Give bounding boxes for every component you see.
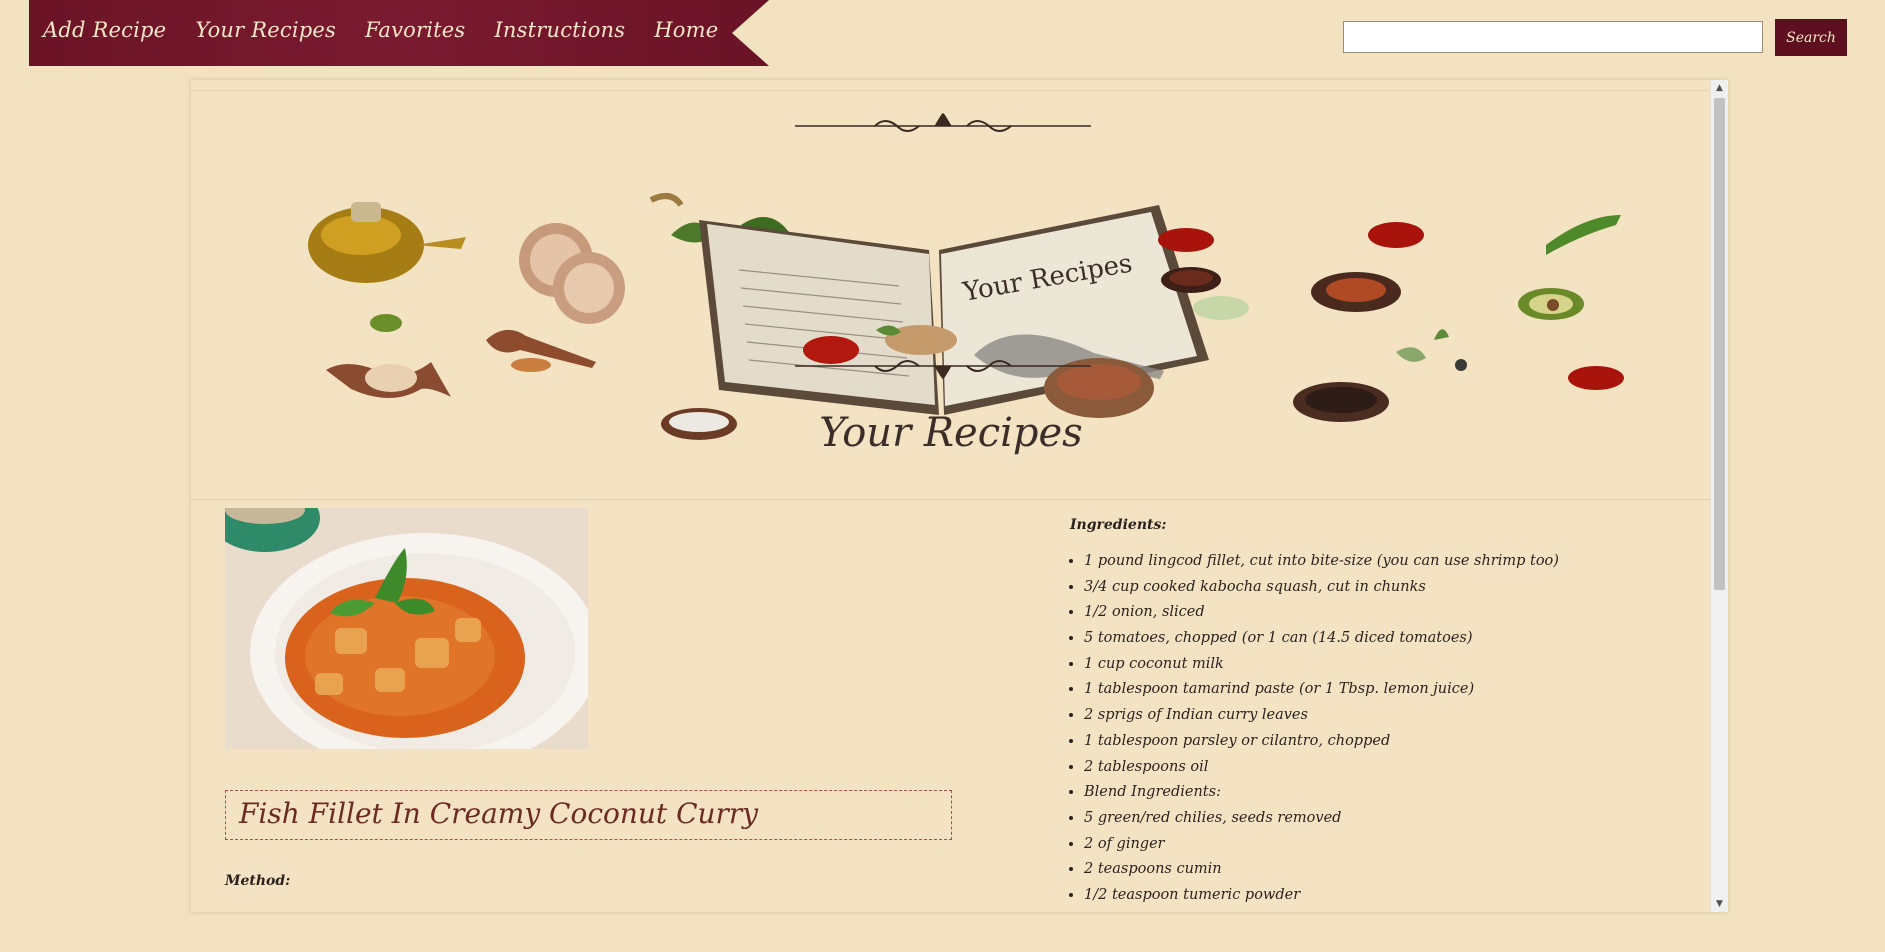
nav-favorites[interactable]: Favorites xyxy=(365,18,465,42)
ingredient-item: 1/2 teaspoon tumeric powder xyxy=(1084,884,1559,910)
recipe-photo xyxy=(225,508,588,749)
ingredient-item: 2 sprigs of Indian curry leaves xyxy=(1084,704,1559,730)
scroll-thumb[interactable] xyxy=(1714,98,1725,590)
ingredients-list: 1 pound lingcod fillet, cut into bite-si… xyxy=(1070,550,1559,910)
ingredient-item: 2 tablespoons oil xyxy=(1084,756,1559,782)
bottom-ornament-icon xyxy=(795,360,1091,379)
ingredient-item: 3/4 cup cooked kabocha squash, cut in ch… xyxy=(1084,576,1559,602)
hero-divider xyxy=(191,499,1711,500)
food-illustration-right-icon xyxy=(1158,215,1624,422)
nav-list: Add Recipe Your Recipes Favorites Instru… xyxy=(43,0,718,60)
ingredients-label: Ingredients: xyxy=(1070,517,1167,533)
ingredient-item: 5 tomatoes, chopped (or 1 can (14.5 dice… xyxy=(1084,627,1559,653)
nav-banner: Add Recipe Your Recipes Favorites Instru… xyxy=(29,0,769,66)
recipes-panel: Your Recipes Your Recipes Fish Fillet In… xyxy=(191,80,1728,912)
nav-instructions[interactable]: Instructions xyxy=(494,18,625,42)
ingredient-item: 1 tablespoon tamarind paste (or 1 Tbsp. … xyxy=(1084,678,1559,704)
nav-home[interactable]: Home xyxy=(654,18,718,42)
hero-banner: Your Recipes Your Recipes xyxy=(191,80,1711,500)
top-ornament-icon xyxy=(795,113,1091,132)
recipe-title: Fish Fillet In Creamy Coconut Curry xyxy=(239,797,759,830)
method-label: Method: xyxy=(225,873,291,889)
search-button[interactable]: Search xyxy=(1775,19,1847,56)
ingredient-item: 1 tablespoon parsley or cilantro, choppe… xyxy=(1084,730,1559,756)
recipe-title-box: Fish Fillet In Creamy Coconut Curry xyxy=(225,790,952,840)
nav-your-recipes[interactable]: Your Recipes xyxy=(195,18,336,42)
vertical-scrollbar[interactable]: ▲ ▼ xyxy=(1710,80,1728,912)
ingredient-item: 1 cup coconut milk xyxy=(1084,653,1559,679)
ingredient-item: 5 green/red chilies, seeds removed xyxy=(1084,807,1559,833)
search-input[interactable] xyxy=(1343,21,1763,53)
curry-dish-image-icon xyxy=(225,508,588,749)
nav-add-recipe[interactable]: Add Recipe xyxy=(43,18,166,42)
ingredient-item: 1 pound lingcod fillet, cut into bite-si… xyxy=(1084,550,1559,576)
page-title: Your Recipes xyxy=(819,410,1083,456)
ingredient-item: 1/2 onion, sliced xyxy=(1084,601,1559,627)
ingredient-item: 2 of ginger xyxy=(1084,833,1559,859)
ingredient-item: 2 teaspoons cumin xyxy=(1084,858,1559,884)
ingredient-item: Blend Ingredients: xyxy=(1084,781,1559,807)
scroll-up-arrow-icon[interactable]: ▲ xyxy=(1711,80,1728,96)
scroll-down-arrow-icon[interactable]: ▼ xyxy=(1711,896,1728,912)
